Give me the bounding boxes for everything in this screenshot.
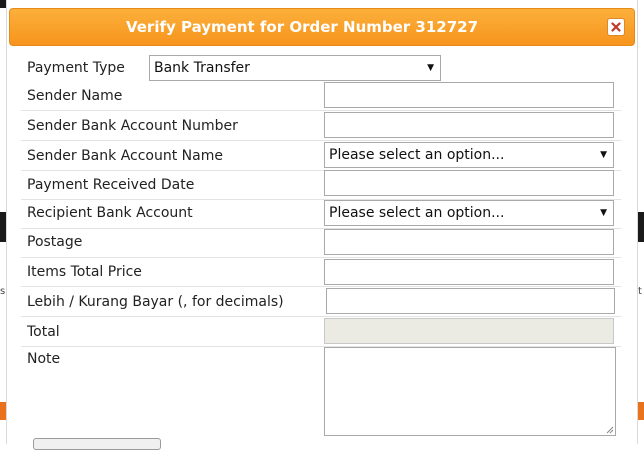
payment-received-date-label: Payment Received Date [27, 177, 195, 193]
resize-grip-icon[interactable] [604, 424, 614, 434]
sender-name-row: Sender Name [21, 81, 621, 111]
sender-account-name-value: Please select an option... [329, 147, 505, 163]
recipient-account-label: Recipient Bank Account [27, 205, 193, 221]
sender-account-number-input[interactable] [324, 112, 614, 138]
payment-type-row: Payment Type Bank Transfer ▼ [21, 54, 621, 82]
payment-type-label: Payment Type [27, 60, 125, 76]
total-input [324, 318, 614, 344]
payment-type-select[interactable]: Bank Transfer ▼ [149, 55, 441, 81]
adjustment-input[interactable] [326, 288, 615, 314]
sender-account-number-label: Sender Bank Account Number [27, 118, 238, 134]
sender-account-name-row: Sender Bank Account Name Please select a… [21, 141, 621, 171]
dialog-title: Verify Payment for Order Number 312727 [125, 18, 479, 36]
postage-label: Postage [27, 234, 83, 250]
close-icon [611, 22, 621, 32]
sender-name-label: Sender Name [27, 88, 123, 104]
submit-button[interactable] [33, 438, 161, 450]
total-row: Total [21, 317, 621, 347]
note-label: Note [27, 351, 61, 367]
background-text-left: s [0, 286, 6, 297]
sender-account-number-row: Sender Bank Account Number [21, 111, 621, 141]
payment-received-date-row: Payment Received Date [21, 170, 621, 200]
chevron-down-icon: ▼ [427, 63, 434, 73]
sender-account-name-select[interactable]: Please select an option... ▼ [324, 142, 614, 168]
payment-type-value: Bank Transfer [154, 60, 250, 76]
sender-account-name-label: Sender Bank Account Name [27, 148, 223, 164]
sender-name-input[interactable] [324, 82, 614, 108]
recipient-account-select[interactable]: Please select an option... ▼ [324, 200, 614, 226]
close-button[interactable] [607, 18, 625, 36]
background-text-right: t [638, 286, 642, 297]
note-textarea[interactable] [324, 347, 616, 436]
postage-input[interactable] [324, 229, 614, 255]
note-row: Note [21, 346, 621, 438]
items-total-price-label: Items Total Price [27, 264, 142, 280]
recipient-account-value: Please select an option... [329, 205, 505, 221]
chevron-down-icon: ▼ [600, 150, 607, 160]
payment-received-date-input[interactable] [324, 170, 614, 196]
verify-payment-dialog: Verify Payment for Order Number 312727 P… [6, 0, 638, 450]
chevron-down-icon: ▼ [600, 208, 607, 218]
background-bar-right [638, 212, 644, 242]
items-total-price-input[interactable] [324, 259, 614, 285]
dialog-titlebar[interactable]: Verify Payment for Order Number 312727 [9, 8, 635, 46]
recipient-account-row: Recipient Bank Account Please select an … [21, 199, 621, 229]
postage-row: Postage [21, 228, 621, 258]
items-total-price-row: Items Total Price [21, 257, 621, 287]
total-label: Total [27, 324, 60, 340]
adjustment-row: Lebih / Kurang Bayar (, for decimals) [21, 286, 621, 317]
background-accent-right [638, 402, 644, 420]
adjustment-label: Lebih / Kurang Bayar (, for decimals) [27, 294, 284, 310]
